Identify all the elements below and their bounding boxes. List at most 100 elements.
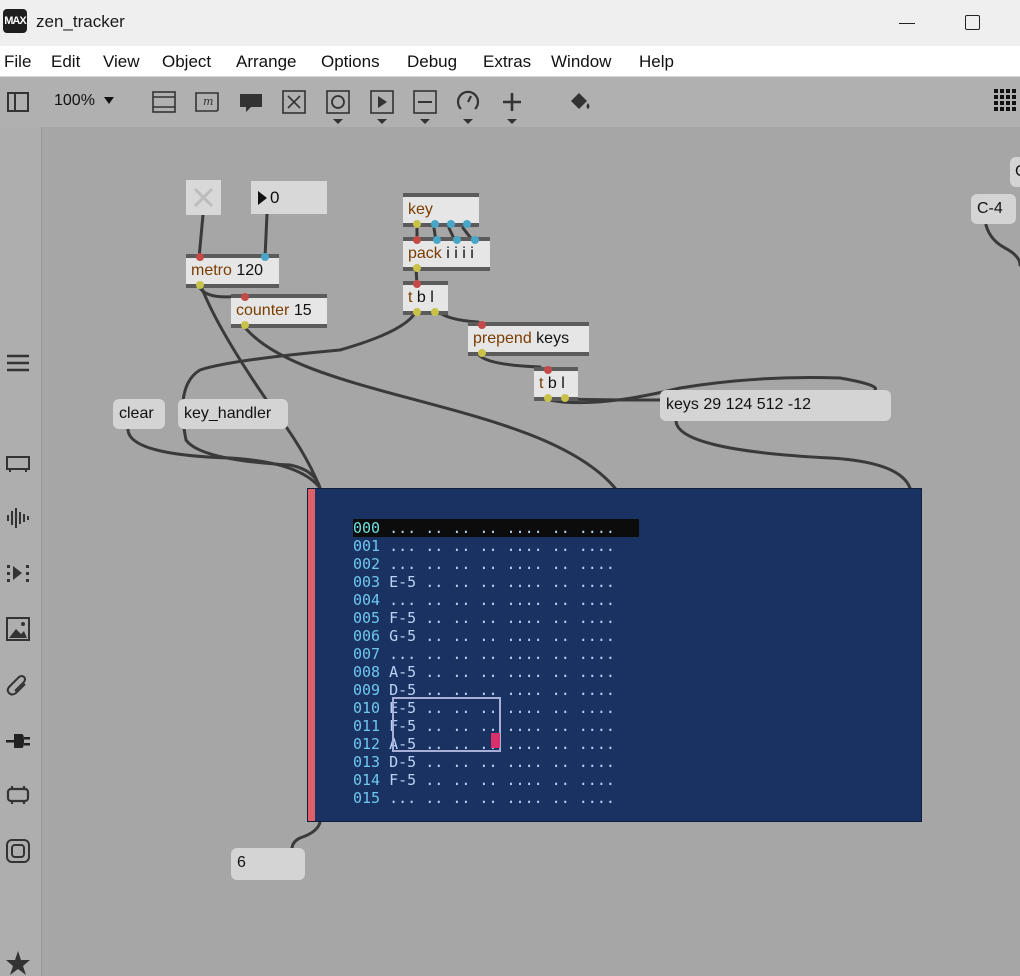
key-outlet-2[interactable]	[431, 220, 439, 228]
object-args: i i i i	[446, 245, 474, 262]
tracker-row[interactable]: 001 ... .. .. .. .... .. ....	[353, 537, 639, 555]
pack-inlet-1[interactable]	[413, 236, 421, 244]
sidebar-toggle-icon[interactable]	[6, 90, 30, 114]
tracker-row[interactable]: 000 ... .. .. .. .... .. ....	[353, 519, 639, 537]
tracker-row[interactable]: 007 ... .. .. .. .... .. ....	[353, 645, 639, 663]
menu-file[interactable]: File	[4, 52, 31, 72]
toggle-box[interactable]	[186, 180, 221, 215]
tracker-row[interactable]: 008 A-5 .. .. .. .... .. ....	[353, 663, 639, 681]
prepend-inlet[interactable]	[478, 321, 486, 329]
pack-outlet[interactable]	[413, 264, 421, 272]
prepend-object[interactable]: prepend keys	[468, 321, 589, 357]
clear-message[interactable]: clear	[113, 399, 165, 429]
slider-icon[interactable]	[413, 90, 437, 114]
slider-caret-icon[interactable]	[420, 119, 430, 124]
metro-inlet-left[interactable]	[196, 253, 204, 261]
star-icon[interactable]	[5, 950, 31, 976]
partial-message[interactable]: C	[1010, 157, 1020, 187]
tracker-row[interactable]: 006 G-5 .. .. .. .... .. ....	[353, 627, 639, 645]
key-handler-message[interactable]: key_handler	[178, 399, 288, 429]
object-class: t	[539, 375, 544, 392]
trigger1-outlet-right[interactable]	[431, 308, 439, 316]
note-message[interactable]: C-4	[971, 194, 1016, 224]
menu-debug[interactable]: Debug	[407, 52, 457, 72]
presentation-icon[interactable]	[152, 90, 176, 114]
menu-arrange[interactable]: Arrange	[236, 52, 296, 72]
inspector-icon[interactable]	[5, 450, 31, 476]
audio-icon[interactable]	[5, 505, 31, 531]
paint-bucket-icon[interactable]	[568, 89, 592, 113]
tracker-pattern[interactable]: 000 ... .. .. .. .... .. .... 001 ... ..…	[353, 519, 639, 807]
menu-help[interactable]: Help	[639, 52, 674, 72]
tracker-row[interactable]: 003 E-5 .. .. .. .... .. ....	[353, 573, 639, 591]
counter-inlet[interactable]	[241, 293, 249, 301]
metro-inlet-right[interactable]	[261, 253, 269, 261]
tracker-display[interactable]: 000 ... .. .. .. .... .. .... 001 ... ..…	[307, 488, 922, 822]
output-number-message[interactable]: 6	[231, 848, 305, 880]
trigger1-inlet[interactable]	[413, 280, 421, 288]
menu-options[interactable]: Options	[321, 52, 380, 72]
row-number: 005	[353, 609, 381, 627]
trigger-object-1[interactable]: t b l	[403, 280, 448, 316]
row-number: 006	[353, 627, 381, 645]
trigger-object-2[interactable]: t b l	[534, 366, 578, 402]
menu-icon[interactable]	[5, 350, 31, 376]
tracker-row[interactable]: 005 F-5 .. .. .. .... .. ....	[353, 609, 639, 627]
pack-inlet-2[interactable]	[433, 236, 441, 244]
key-outlet-4[interactable]	[463, 220, 471, 228]
grid-icon[interactable]	[994, 89, 1018, 113]
key-outlet-1[interactable]	[413, 220, 421, 228]
row-cells: ... .. .. .. .... .. ....	[389, 537, 615, 555]
image-icon[interactable]	[5, 616, 31, 642]
metro-outlet[interactable]	[196, 281, 204, 289]
button-caret-icon[interactable]	[333, 119, 343, 124]
trigger2-outlet-right[interactable]	[561, 394, 569, 402]
counter-outlet[interactable]	[241, 321, 249, 329]
plus-caret-icon[interactable]	[507, 119, 517, 124]
tracker-row[interactable]: 015 ... .. .. .. .... .. ....	[353, 789, 639, 807]
trigger2-outlet-left[interactable]	[544, 394, 552, 402]
key-object[interactable]: key	[403, 193, 479, 228]
number-box[interactable]: 0	[251, 181, 327, 214]
pack-inlet-3[interactable]	[453, 236, 461, 244]
maximize-button[interactable]	[954, 4, 992, 40]
comment-icon[interactable]: m	[195, 90, 219, 114]
row-cells: ... .. .. .. .... .. ....	[389, 645, 615, 663]
speech-bubble-icon[interactable]	[239, 90, 263, 114]
key-outlet-3[interactable]	[447, 220, 455, 228]
keys-message[interactable]: keys 29 124 512 -12	[660, 390, 891, 421]
minimize-button[interactable]	[888, 4, 926, 40]
square-icon[interactable]	[5, 838, 31, 864]
button-icon[interactable]	[326, 90, 350, 114]
playback-icon[interactable]	[5, 560, 31, 586]
tracker-row[interactable]: 013 D-5 .. .. .. .... .. ....	[353, 753, 639, 771]
object-icon[interactable]	[5, 782, 31, 808]
play-caret-icon[interactable]	[377, 119, 387, 124]
trigger1-outlet-left[interactable]	[413, 308, 421, 316]
dial-icon[interactable]	[456, 90, 480, 114]
menu-extras[interactable]: Extras	[483, 52, 531, 72]
toggle-icon[interactable]	[282, 90, 306, 114]
attachment-icon[interactable]	[5, 672, 31, 698]
play-icon[interactable]	[370, 90, 394, 114]
tracker-row[interactable]: 002 ... .. .. .. .... .. ....	[353, 555, 639, 573]
pack-object[interactable]: pack i i i i	[403, 236, 490, 272]
plus-icon[interactable]	[500, 90, 524, 114]
pack-inlet-4[interactable]	[471, 236, 479, 244]
chevron-down-icon[interactable]	[104, 97, 114, 104]
selection-box[interactable]	[392, 697, 501, 752]
prepend-outlet[interactable]	[478, 349, 486, 357]
menu-edit[interactable]: Edit	[51, 52, 80, 72]
dial-caret-icon[interactable]	[463, 119, 473, 124]
zoom-select[interactable]: 100%	[54, 92, 95, 110]
trigger2-inlet[interactable]	[544, 366, 552, 374]
metro-object[interactable]: metro 120	[186, 253, 279, 289]
counter-object[interactable]: counter 15	[231, 293, 327, 329]
tracker-row[interactable]: 014 F-5 .. .. .. .... .. ....	[353, 771, 639, 789]
menu-window[interactable]: Window	[551, 52, 611, 72]
menu-object[interactable]: Object	[162, 52, 211, 72]
tracker-row[interactable]: 004 ... .. .. .. .... .. ....	[353, 591, 639, 609]
row-cells: F-5 .. .. .. .... .. ....	[389, 609, 615, 627]
menu-view[interactable]: View	[103, 52, 140, 72]
plug-icon[interactable]	[5, 728, 31, 754]
